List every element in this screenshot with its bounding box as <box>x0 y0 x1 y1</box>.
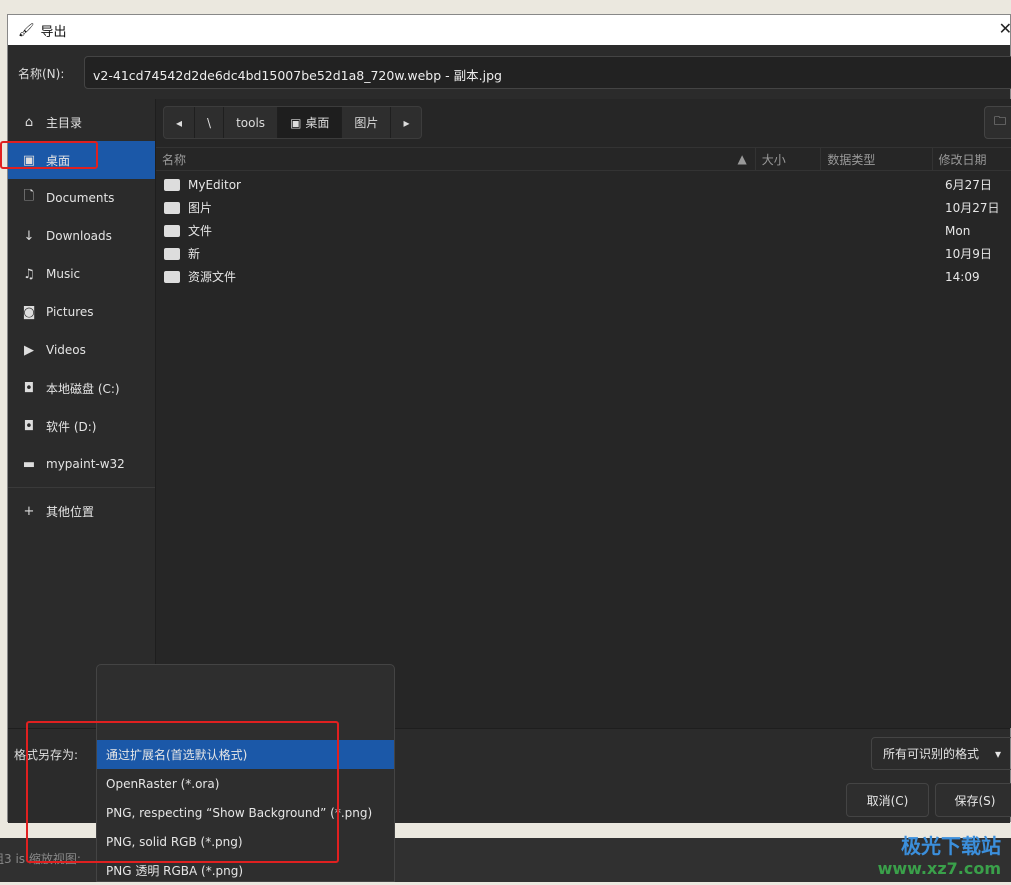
folder-icon <box>164 224 180 237</box>
divider <box>8 487 155 488</box>
sidebar-item-label: Downloads <box>46 229 112 243</box>
file-modified: 10月9日 <box>945 247 992 261</box>
download-icon: ↓ <box>23 228 35 244</box>
file-row[interactable]: MyEditor 6月27日 <box>156 173 1011 196</box>
annotation-box-format <box>26 721 339 863</box>
column-name[interactable]: 名称 ▲ <box>156 148 756 170</box>
drive-icon: ◘ <box>23 380 35 396</box>
file-modified: Mon <box>945 223 971 238</box>
title-bar: 🖌 导出 <box>8 15 1010 45</box>
music-icon: ♫ <box>23 266 35 282</box>
sidebar-item-label: 其他位置 <box>46 504 95 519</box>
file-modified: 14:09 <box>945 269 980 284</box>
watermark-url: www.xz7.com <box>877 859 1001 878</box>
path-back-button[interactable]: ◂ <box>164 107 196 138</box>
sidebar-item-home[interactable]: ⌂ 主目录 <box>8 103 155 141</box>
path-segment[interactable]: \ <box>195 107 225 138</box>
folder-icon <box>164 178 180 191</box>
file-modified: 10月27日 <box>945 201 1000 215</box>
file-name: 文件 <box>188 224 213 238</box>
sidebar-item-music[interactable]: ♫ Music <box>8 255 155 293</box>
camera-icon: ◙ <box>22 304 36 320</box>
window-title: 导出 <box>40 24 67 40</box>
plus-icon: + <box>23 503 35 519</box>
path-segment[interactable]: tools <box>224 107 279 138</box>
home-icon: ⌂ <box>24 114 34 130</box>
file-name: 图片 <box>188 201 213 215</box>
path-forward-button[interactable]: ▸ <box>391 107 421 138</box>
column-headers: 名称 ▲ 大小 数据类型 修改日期 <box>156 147 1011 171</box>
sidebar-item-label: mypaint-w32 <box>46 457 125 471</box>
folder-icon <box>164 201 180 214</box>
file-modified: 6月27日 <box>945 178 992 192</box>
path-segment[interactable]: 图片 <box>342 107 392 138</box>
document-icon: 🗋 <box>23 189 35 204</box>
sidebar-item-drive-d[interactable]: ◘ 软件 (D:) <box>8 407 155 445</box>
sidebar-item-mypaint[interactable]: ▬ mypaint-w32 <box>8 445 155 483</box>
file-row[interactable]: 资源文件 14:09 <box>156 265 1011 288</box>
sidebar-item-videos[interactable]: ▶ Videos <box>8 331 155 369</box>
column-size[interactable]: 大小 <box>756 148 822 170</box>
file-list: MyEditor 6月27日 图片 10月27日 文件 Mon 新 10月9日 资源文件… <box>156 173 1011 288</box>
new-folder-icon: 🗀 <box>993 114 1006 128</box>
sidebar-item-documents[interactable]: 🗋 Documents <box>8 179 155 217</box>
file-row[interactable]: 文件 Mon <box>156 219 1011 242</box>
folder-icon <box>164 247 180 260</box>
chevron-down-icon: ▾ <box>995 746 1002 761</box>
sidebar-item-label: 软件 (D:) <box>46 419 97 434</box>
file-name: 新 <box>188 247 201 261</box>
sidebar-item-label: Documents <box>46 191 115 205</box>
close-icon[interactable]: ✕ <box>999 19 1011 38</box>
file-row[interactable]: 图片 10月27日 <box>156 196 1011 219</box>
sidebar-item-label: Videos <box>46 343 86 357</box>
sidebar-item-other-locations[interactable]: + 其他位置 <box>8 492 155 530</box>
sidebar-item-drive-c[interactable]: ◘ 本地磁盘 (C:) <box>8 369 155 407</box>
folder-icon: ▬ <box>22 456 36 472</box>
watermark-title: 极光下载站 <box>901 834 1001 858</box>
name-label: 名称(N): <box>18 67 65 81</box>
folder-icon <box>164 270 180 283</box>
filename-input[interactable]: v2-41cd74542d2de6dc4bd15007be52d1a8_720w… <box>84 56 1011 89</box>
save-button[interactable]: 保存(S) <box>935 783 1011 817</box>
file-name: 资源文件 <box>188 270 237 284</box>
file-browser: ◂ \ tools ▣ 桌面 图片 ▸ 🗀 名称 ▲ 大小 数据类型 修改日期 My… <box>156 99 1011 728</box>
column-label: 名称 <box>162 152 187 167</box>
drive-icon: ◘ <box>23 418 35 434</box>
sidebar-item-label: Music <box>46 267 81 281</box>
sidebar-item-label: Pictures <box>46 305 94 319</box>
sort-ascending-icon: ▲ <box>737 152 747 166</box>
desktop-icon: ▣ <box>290 115 302 130</box>
path-bar: ◂ \ tools ▣ 桌面 图片 ▸ <box>163 106 423 139</box>
sidebar-item-pictures[interactable]: ◙ Pictures <box>8 293 155 331</box>
column-type[interactable]: 数据类型 <box>821 148 933 170</box>
sidebar-item-label: 主目录 <box>46 115 83 130</box>
cancel-button[interactable]: 取消(C) <box>846 783 929 817</box>
column-modified[interactable]: 修改日期 <box>933 148 1011 170</box>
file-name: MyEditor <box>188 177 241 192</box>
video-icon: ▶ <box>24 342 34 358</box>
places-sidebar: ⌂ 主目录 ▣ 桌面 🗋 Documents ↓ Downloads ♫ Music ◙ P… <box>8 99 156 728</box>
path-segment-label: 桌面 <box>305 116 330 130</box>
filter-value: 所有可识别的格式 <box>883 747 980 761</box>
sidebar-item-label: 本地磁盘 (C:) <box>46 381 120 396</box>
file-row[interactable]: 新 10月9日 <box>156 242 1011 265</box>
path-segment-current[interactable]: ▣ 桌面 <box>278 107 343 138</box>
app-icon: 🖌 <box>18 22 35 38</box>
new-folder-button[interactable]: 🗀 <box>984 106 1011 139</box>
annotation-box-desktop <box>0 141 98 169</box>
watermark-logo: 极光下载站 www.xz7.com <box>878 830 1001 878</box>
file-filter-dropdown[interactable]: 所有可识别的格式 ▾ <box>871 737 1011 770</box>
sidebar-item-downloads[interactable]: ↓ Downloads <box>8 217 155 255</box>
